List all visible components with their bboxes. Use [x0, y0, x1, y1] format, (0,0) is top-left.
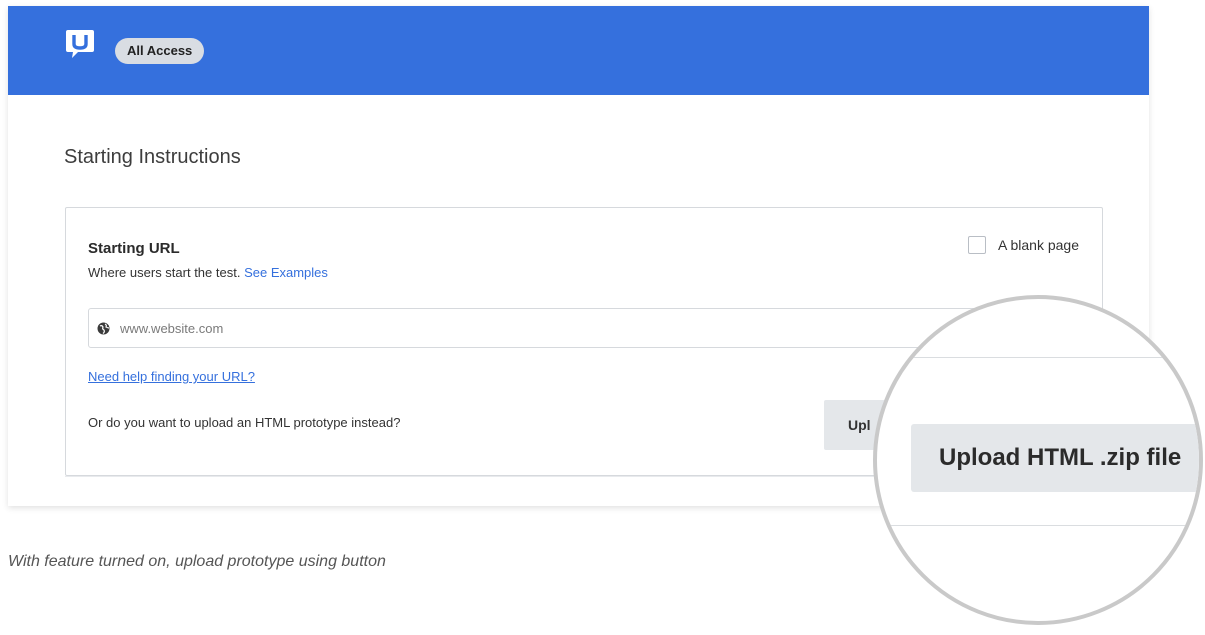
globe-icon — [97, 322, 110, 334]
page-title: Starting Instructions — [64, 146, 241, 168]
subtitle-text: Where users start the test. — [88, 265, 241, 280]
checkbox-icon[interactable] — [968, 236, 987, 254]
blank-page-label: A blank page — [998, 237, 1079, 253]
help-finding-url-link[interactable]: Need help finding your URL? — [88, 369, 255, 384]
blank-page-option[interactable]: A blank page — [968, 236, 1079, 254]
starting-url-subtitle: Where users start the test. See Examples — [88, 265, 328, 280]
magnifier-zoom: Upload HTML .zip file — [873, 295, 1203, 625]
see-examples-link[interactable]: See Examples — [244, 265, 328, 280]
figure-caption: With feature turned on, upload prototype… — [8, 553, 386, 570]
top-bar: All Access — [8, 6, 1149, 95]
logo-icon[interactable] — [65, 28, 95, 60]
all-access-badge: All Access — [115, 38, 205, 64]
starting-url-heading: Starting URL — [88, 240, 180, 257]
magnified-upload-html-button[interactable]: Upload HTML .zip file — [911, 424, 1199, 492]
url-input[interactable] — [118, 319, 922, 337]
prototype-question: Or do you want to upload an HTML prototy… — [88, 415, 401, 430]
magnified-divider-top — [877, 357, 1199, 358]
magnified-divider-bottom — [877, 525, 1199, 526]
